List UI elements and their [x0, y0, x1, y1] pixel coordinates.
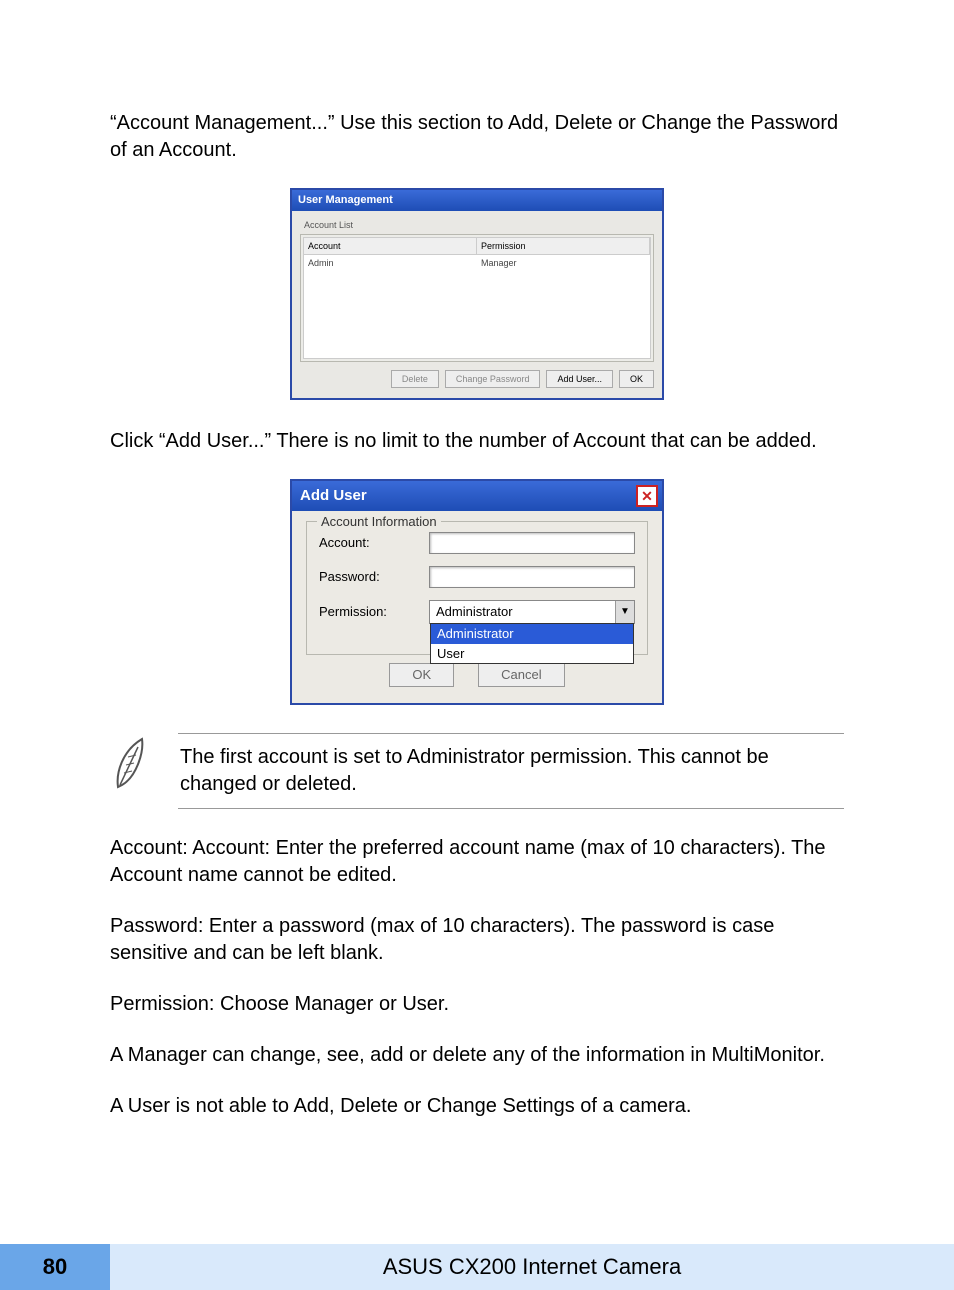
- password-description: Password: Enter a password (max of 10 ch…: [110, 913, 844, 967]
- column-header-account[interactable]: Account: [304, 238, 477, 254]
- page-footer: 80 ASUS CX200 Internet Camera: [0, 1244, 954, 1290]
- permission-option-administrator[interactable]: Administrator: [431, 624, 633, 644]
- intro-paragraph: “Account Management...” Use this section…: [110, 110, 844, 164]
- window-title: User Management: [292, 190, 662, 211]
- dialog-ok-button[interactable]: OK: [389, 663, 454, 687]
- delete-button[interactable]: Delete: [391, 370, 439, 388]
- permission-option-user[interactable]: User: [431, 644, 633, 664]
- page-number: 80: [0, 1244, 110, 1290]
- cell-account-name: Admin: [304, 255, 477, 271]
- add-user-button[interactable]: Add User...: [546, 370, 613, 388]
- footer-title: ASUS CX200 Internet Camera: [110, 1244, 954, 1290]
- add-user-paragraph: Click “Add User...” There is no limit to…: [110, 428, 844, 455]
- account-input[interactable]: [429, 532, 635, 554]
- permission-description: Permission: Choose Manager or User.: [110, 991, 844, 1018]
- password-label: Password:: [319, 568, 429, 586]
- column-header-permission[interactable]: Permission: [477, 238, 650, 254]
- change-password-button[interactable]: Change Password: [445, 370, 541, 388]
- permission-dropdown: Administrator User: [430, 623, 634, 664]
- account-description: Account: Account: Enter the preferred ac…: [110, 835, 844, 889]
- chevron-down-icon[interactable]: ▼: [615, 601, 634, 623]
- note-text: The first account is set to Administrato…: [178, 733, 844, 809]
- cell-permission: Manager: [477, 255, 650, 271]
- account-information-label: Account Information: [317, 513, 441, 531]
- user-management-window: User Management Account List Account Per…: [290, 188, 664, 400]
- permission-selected-value: Administrator: [430, 603, 615, 621]
- table-row[interactable]: Admin Manager: [304, 255, 650, 271]
- add-user-dialog: Add User ✕ Account Information Account: …: [290, 479, 664, 705]
- account-label: Account:: [319, 534, 429, 552]
- close-icon[interactable]: ✕: [636, 485, 658, 507]
- permission-select[interactable]: Administrator ▼ Administrator User: [429, 600, 635, 624]
- permission-label: Permission:: [319, 603, 429, 621]
- dialog-cancel-button[interactable]: Cancel: [478, 663, 564, 687]
- password-input[interactable]: [429, 566, 635, 588]
- user-description: A User is not able to Add, Delete or Cha…: [110, 1093, 844, 1120]
- ok-button[interactable]: OK: [619, 370, 654, 388]
- note-feather-icon: [110, 733, 154, 801]
- dialog-title: Add User: [300, 486, 367, 506]
- account-list-label: Account List: [304, 219, 654, 231]
- manager-description: A Manager can change, see, add or delete…: [110, 1042, 844, 1069]
- account-list[interactable]: Account Permission Admin Manager: [303, 237, 651, 359]
